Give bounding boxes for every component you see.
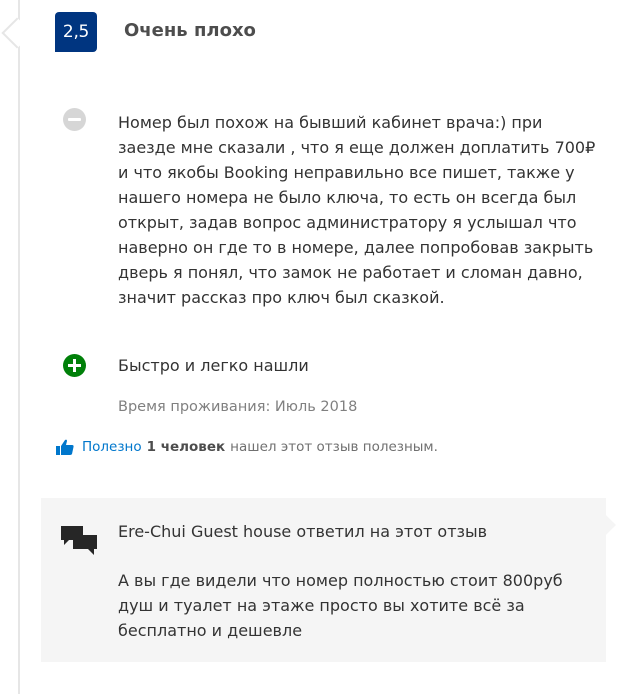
helpful-count: 1 человек — [146, 439, 226, 455]
score-badge: 2,5 — [55, 12, 97, 52]
plus-circle-icon — [63, 354, 86, 377]
reply-text: А вы где видели что номер полностью стои… — [118, 571, 563, 640]
reply-title: Ere-Chui Guest house ответил на этот отз… — [118, 522, 488, 541]
positive-review-text: Быстро и легко нашли — [118, 356, 309, 375]
stay-date: Время проживания: Июль 2018 — [118, 399, 358, 415]
helpful-suffix: нашел этот отзыв полезным. — [230, 439, 438, 455]
review-card-notch — [1, 17, 33, 49]
minus-circle-icon — [63, 108, 86, 131]
review-card-border — [18, 0, 20, 694]
helpful-row: Полезно 1 человек нашел этот отзыв полез… — [56, 439, 438, 455]
chat-bubbles-icon — [61, 526, 97, 555]
thumbs-up-icon[interactable] — [56, 439, 74, 455]
negative-review-text: Номер был похож на бывший кабинет врача:… — [118, 113, 596, 307]
score-title: Очень плохо — [124, 20, 256, 41]
helpful-link[interactable]: Полезно — [82, 439, 142, 455]
